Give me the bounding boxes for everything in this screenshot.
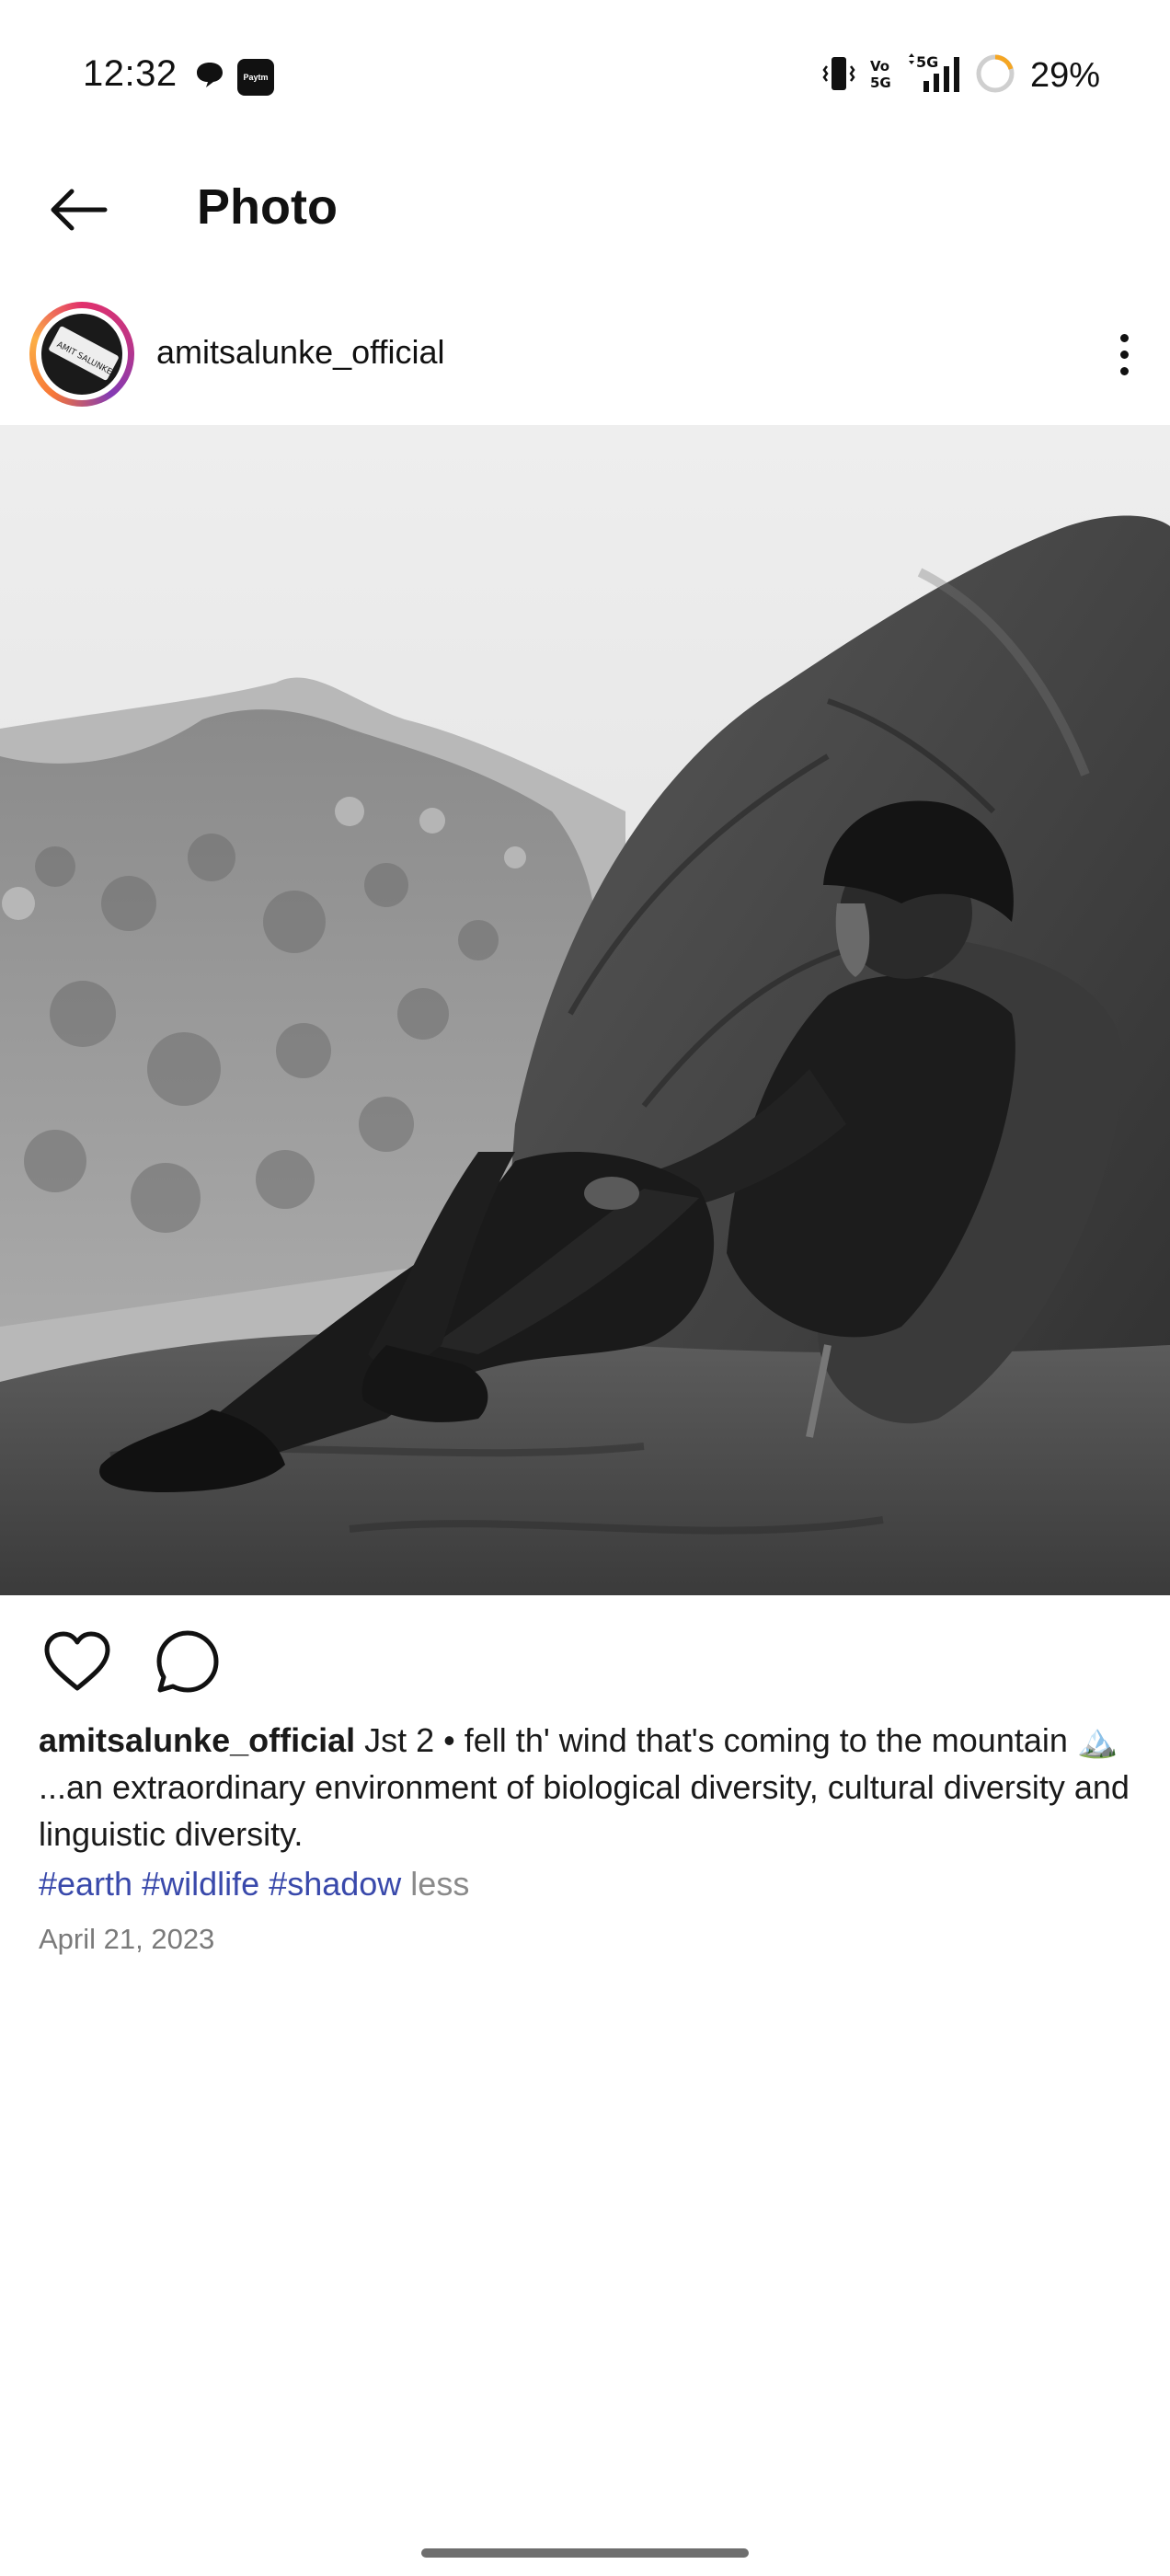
volte-icon: Vo 5G <box>868 55 892 97</box>
chat-bubble-icon <box>195 61 224 93</box>
volte-label-bottom: 5G <box>870 75 891 91</box>
less-link[interactable]: less <box>410 1865 469 1903</box>
paytm-icon: Paytm <box>237 59 274 96</box>
hashtag-row: #earth #wildlife #shadow less <box>39 1860 469 1907</box>
status-time: 12:32 <box>83 53 178 94</box>
more-vertical-icon-dot <box>1119 350 1129 359</box>
volte-label-top: Vo <box>870 58 889 75</box>
more-options-button[interactable] <box>1096 315 1152 394</box>
comment-button[interactable] <box>147 1625 228 1698</box>
avatar-border: AMIT SALUNKE <box>36 308 128 400</box>
network-label: 5G <box>916 53 938 71</box>
hashtag-earth[interactable]: #earth <box>39 1865 132 1903</box>
post-caption: amitsalunke_official Jst 2 • fell th' wi… <box>39 1717 1142 1857</box>
mountain-photo <box>0 425 1170 1595</box>
post-photo[interactable] <box>0 425 1170 1595</box>
post-date: April 21, 2023 <box>39 1923 215 1955</box>
avatar-card-art: AMIT SALUNKE <box>55 340 114 377</box>
battery-percent: 29% <box>1029 55 1100 95</box>
avatar[interactable]: AMIT SALUNKE <box>29 302 134 407</box>
more-vertical-icon-dot <box>1119 366 1129 375</box>
status-bar: 12:32 Paytm Vo 5G 5G 29% <box>0 0 1170 151</box>
caption-username[interactable]: amitsalunke_official <box>39 1721 355 1759</box>
comment-icon <box>156 1630 219 1693</box>
arrow-left-icon <box>51 189 108 231</box>
avatar-card: AMIT SALUNKE <box>48 325 120 382</box>
hashtag-shadow[interactable]: #shadow <box>269 1865 401 1903</box>
hashtag-wildlife[interactable]: #wildlife <box>142 1865 259 1903</box>
avatar-image: AMIT SALUNKE <box>41 314 122 395</box>
heart-icon <box>44 1631 110 1691</box>
vibrate-icon <box>822 55 855 97</box>
avatar-card-text: AMIT SALUNKE <box>55 340 114 377</box>
home-indicator[interactable] <box>421 2548 749 2558</box>
app-bar: Photo <box>0 151 1170 269</box>
status-icons: Vo 5G 5G 29% <box>822 52 1100 99</box>
page-title: Photo <box>197 179 338 235</box>
5g-signal-icon: 5G <box>905 52 962 98</box>
post-username[interactable]: amitsalunke_official <box>156 333 445 372</box>
post-actions <box>0 1612 1170 1713</box>
post-header: AMIT SALUNKE amitsalunke_official <box>0 293 1170 412</box>
like-button[interactable] <box>37 1625 118 1698</box>
battery-ring-icon <box>975 53 1015 98</box>
back-button[interactable] <box>37 177 120 243</box>
more-vertical-icon <box>1119 333 1129 342</box>
